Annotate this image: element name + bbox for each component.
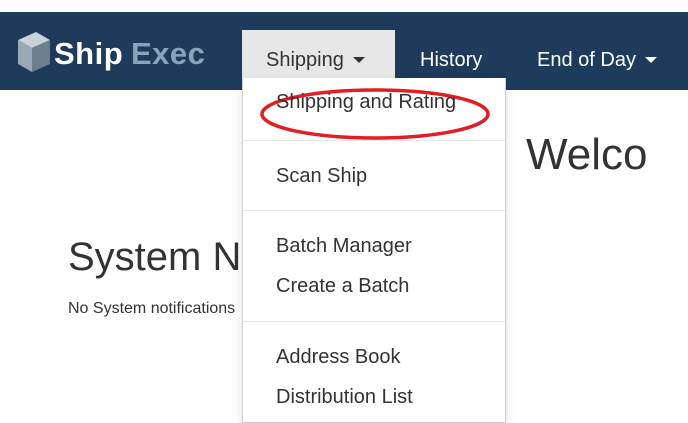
system-notifications-text: No System notifications [68, 300, 236, 317]
menu-item-distribution-list[interactable]: Distribution List [276, 386, 413, 409]
nav-eod-label: End of Day [537, 49, 636, 71]
menu-divider [243, 210, 505, 211]
menu-item-shipping-and-rating[interactable]: Shipping and Rating [276, 91, 456, 114]
nav-end-of-day-menu[interactable]: End of Day [537, 30, 657, 90]
logo-text-exec: Exec [131, 36, 206, 71]
menu-item-batch-manager[interactable]: Batch Manager [276, 235, 412, 258]
menu-item-address-book[interactable]: Address Book [276, 346, 401, 369]
logo-text-ship: Ship [54, 36, 124, 71]
menu-divider [243, 140, 505, 141]
menu-item-create-a-batch[interactable]: Create a Batch [276, 275, 409, 298]
shipping-dropdown-menu: Shipping and Rating Scan Ship Batch Mana… [242, 78, 506, 423]
nav-history-label: History [420, 49, 483, 71]
system-notifications-heading: System N [68, 235, 242, 279]
shipexec-logo[interactable]: Ship Exec [16, 30, 226, 74]
cube-icon [18, 32, 50, 72]
menu-item-scan-ship[interactable]: Scan Ship [276, 165, 367, 188]
nav-shipping-label: Shipping [266, 49, 344, 71]
welcome-heading: Welco [526, 130, 648, 179]
menu-divider [243, 321, 505, 322]
caret-down-icon [352, 56, 365, 63]
caret-down-icon [644, 56, 657, 63]
